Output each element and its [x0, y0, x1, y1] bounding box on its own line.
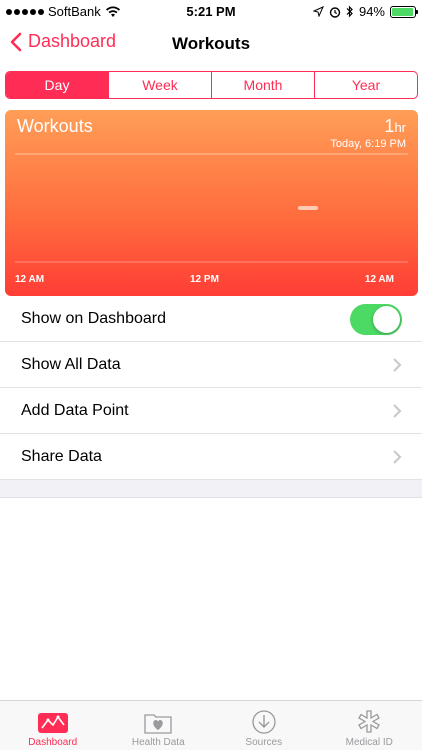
alarm-icon — [329, 6, 341, 18]
tab-dashboard-label: Dashboard — [28, 737, 78, 748]
battery-percent: 94% — [358, 4, 385, 19]
chevron-right-icon — [393, 404, 402, 418]
bluetooth-icon — [346, 5, 353, 18]
segment-month[interactable]: Month — [212, 72, 315, 98]
show-on-dashboard-label: Show on Dashboard — [21, 310, 166, 327]
x-tick-noon: 12 PM — [190, 274, 219, 285]
tab-bar: Dashboard Health Data Sources Medical ID — [0, 700, 422, 750]
location-icon — [312, 6, 324, 17]
health-data-icon — [144, 714, 172, 734]
segment-week[interactable]: Week — [109, 72, 212, 98]
page-title: Workouts — [171, 34, 251, 53]
x-tick-end: 12 AM — [364, 274, 394, 285]
tab-medical-id[interactable]: Medical ID — [317, 701, 422, 750]
share-data-row[interactable]: Share Data — [0, 434, 422, 480]
battery-fill — [392, 7, 413, 16]
segment-year[interactable]: Year — [315, 72, 417, 98]
tab-dashboard[interactable]: Dashboard — [0, 701, 106, 750]
battery-icon — [390, 5, 418, 18]
show-all-data-row[interactable]: Show All Data — [0, 342, 422, 388]
add-data-point-label: Add Data Point — [21, 402, 129, 419]
chart-value-unit: hr — [394, 120, 406, 135]
section-separator — [0, 480, 422, 498]
dashboard-icon — [37, 713, 68, 733]
tab-health-data-label: Health Data — [131, 737, 185, 748]
toggle-knob — [373, 306, 400, 333]
settings-list: Show on Dashboard Show All Data Add Data… — [0, 296, 422, 480]
sources-icon — [252, 710, 276, 734]
status-right: 94% — [312, 4, 418, 19]
tab-sources-label: Sources — [245, 737, 283, 748]
medical-id-icon — [358, 710, 381, 733]
tab-medical-id-label: Medical ID — [345, 737, 393, 748]
chevron-right-icon — [393, 358, 402, 372]
chart-date: Today, 6:19 PM — [330, 138, 406, 150]
chart-total-value: 1hr — [384, 116, 406, 137]
workouts-chart[interactable]: Workouts 1hr Today, 6:19 PM 12 AM 12 PM … — [5, 110, 418, 296]
show-all-data-label: Show All Data — [21, 356, 121, 373]
workout-bar-0 — [298, 206, 318, 210]
chevron-right-icon — [393, 450, 402, 464]
segment-day[interactable]: Day — [6, 72, 109, 98]
time-range-segmented-control: Day Week Month Year — [5, 71, 418, 99]
tab-health-data[interactable]: Health Data — [106, 701, 212, 750]
nav-bar: Dashboard Workouts — [0, 24, 422, 64]
chart-value-number: 1 — [384, 116, 395, 136]
chart-title: Workouts — [17, 116, 93, 136]
status-bar: SoftBank 5:21 PM 94% — [0, 0, 422, 24]
x-tick-start: 12 AM — [15, 274, 45, 285]
show-on-dashboard-toggle[interactable] — [350, 304, 402, 335]
show-on-dashboard-row: Show on Dashboard — [0, 296, 422, 342]
share-data-label: Share Data — [21, 448, 102, 465]
add-data-point-row[interactable]: Add Data Point — [0, 388, 422, 434]
tab-sources[interactable]: Sources — [211, 701, 317, 750]
